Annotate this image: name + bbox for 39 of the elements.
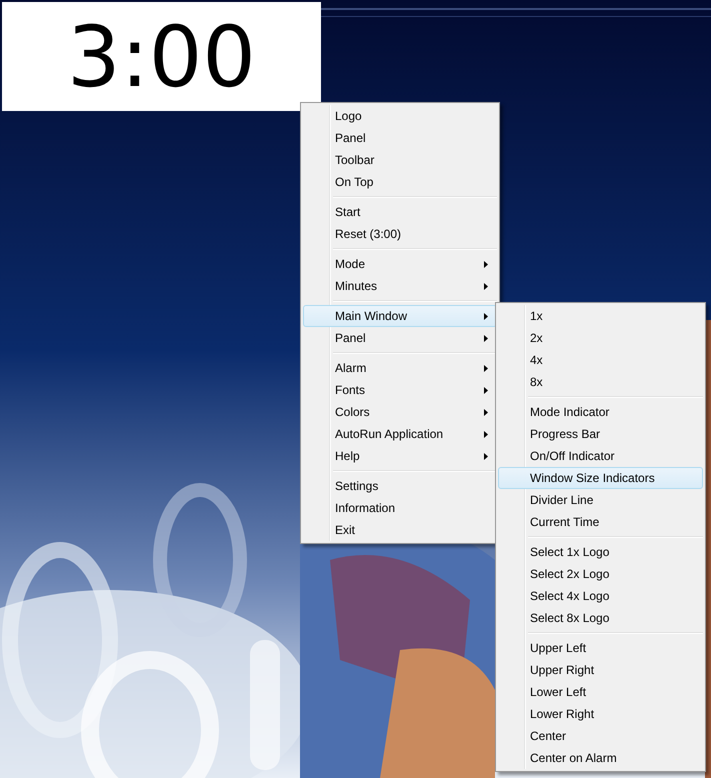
menu-item[interactable]: Toolbar [303,149,497,171]
menu-item[interactable]: Lower Right [498,703,703,725]
menu-item[interactable]: Exit [303,519,497,541]
menu-item[interactable]: 2x [498,327,703,349]
menu-item[interactable]: On/Off Indicator [498,445,703,467]
menu-item[interactable]: Colors [303,401,497,423]
menu-item[interactable]: Center [498,725,703,747]
menu-item[interactable]: AutoRun Application [303,423,497,445]
menu-item[interactable]: Logo [303,105,497,127]
menu-item[interactable]: On Top [303,171,497,193]
menu-item[interactable]: 1x [498,305,703,327]
menu-item[interactable]: Progress Bar [498,423,703,445]
menu-item[interactable]: Help [303,445,497,467]
menu-item[interactable]: Panel [303,127,497,149]
menu-item[interactable]: Mode [303,253,497,275]
menu-item[interactable]: Panel [303,327,497,349]
menu-item[interactable]: Select 1x Logo [498,541,703,563]
menu-item[interactable]: Divider Line [498,489,703,511]
menu-item[interactable]: Select 8x Logo [498,607,703,629]
timer-text: 3:00 [67,14,256,98]
menu-item[interactable]: Mode Indicator [498,401,703,423]
menu-item[interactable]: Select 2x Logo [498,563,703,585]
menu-item[interactable]: Upper Right [498,659,703,681]
menu-item[interactable]: Upper Left [498,637,703,659]
menu-item[interactable]: Select 4x Logo [498,585,703,607]
menu-item[interactable]: Reset (3:00) [303,223,497,245]
menu-item[interactable]: Current Time [498,511,703,533]
menu-item[interactable]: Start [303,201,497,223]
menu-item[interactable]: Settings [303,475,497,497]
menu-item[interactable]: 4x [498,349,703,371]
menu-item[interactable]: 8x [498,371,703,393]
menu-item[interactable]: Main Window [303,305,497,327]
menu-item[interactable]: Fonts [303,379,497,401]
menu-item[interactable]: Lower Left [498,681,703,703]
menu-item[interactable]: Center on Alarm [498,747,703,769]
menu-item[interactable]: Window Size Indicators [498,467,703,489]
menu-item[interactable]: Minutes [303,275,497,297]
menu-item[interactable]: Information [303,497,497,519]
menu-item[interactable]: Alarm [303,357,497,379]
